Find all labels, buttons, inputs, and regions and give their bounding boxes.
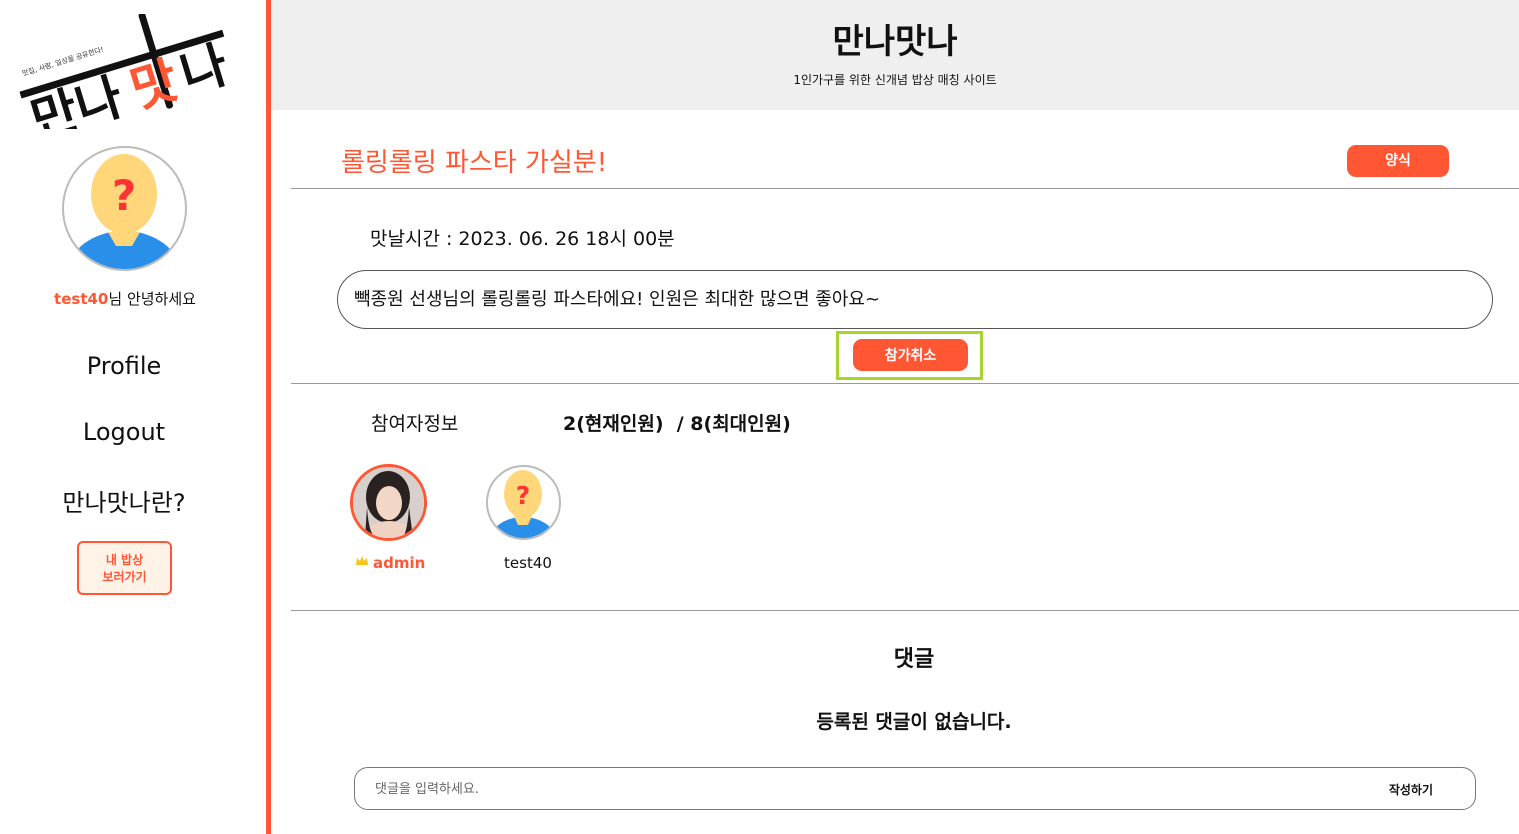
greeting: test40님 안녕하세요 [0, 288, 250, 309]
greeting-text: 님 안녕하세요 [108, 290, 196, 308]
comments-title: 댓글 [893, 647, 935, 672]
post-title: 롤링롤링 파스타 가실분! [341, 148, 608, 178]
comment-submit-button[interactable]: 작성하기 [1389, 781, 1433, 798]
svg-text:나: 나 [174, 35, 235, 104]
comment-input[interactable] [375, 778, 1275, 800]
page-header: 만나맛나 1인가구를 위한 신개념 밥상 매칭 사이트 [271, 0, 1519, 110]
my-meal-button-line2: 보러가기 [102, 570, 147, 584]
svg-text:?: ? [516, 481, 531, 510]
participant-name-admin-text: admin [373, 554, 426, 572]
participant-avatar-admin[interactable] [350, 464, 427, 541]
nav-profile[interactable]: Profile [0, 352, 248, 380]
my-meal-button[interactable]: 내 밥상 보러가기 [77, 541, 172, 595]
participant-name-test40: test40 [504, 554, 552, 572]
header-title: 만나맛나 [832, 22, 958, 62]
post-description: 빽종원 선생님의 롤링롤링 파스타에요! 인원은 최대한 많으면 좋아요~ [337, 270, 1493, 329]
comment-form: 작성하기 [354, 767, 1476, 810]
sidebar-divider [266, 0, 271, 834]
sidebar: 맛집, 사람, 일상을 공유한다! 만나 맛 나 ? test40님 안녕하세요… [0, 0, 266, 834]
divider [291, 383, 1519, 384]
my-meal-button-line1: 내 밥상 [105, 553, 144, 567]
divider [291, 188, 1519, 189]
participants-count: 2(현재인원) / 8(최대인원) [563, 413, 791, 435]
crown-icon [356, 556, 368, 565]
cancel-participation-button[interactable]: 참가취소 [853, 339, 968, 371]
profile-avatar[interactable]: ? [62, 146, 187, 271]
photo-avatar-icon [353, 467, 424, 538]
participants-label: 참여자정보 [371, 413, 459, 435]
svg-text:?: ? [112, 171, 136, 220]
header-subtitle: 1인가구를 위한 신개념 밥상 매칭 사이트 [793, 73, 997, 87]
participant-name-admin: admin [355, 554, 425, 572]
nav-logout[interactable]: Logout [0, 418, 248, 446]
category-badge: 양식 [1347, 145, 1449, 177]
divider [291, 610, 1519, 611]
greeting-username: test40 [54, 290, 109, 308]
no-comments-text: 등록된 댓글이 없습니다. [816, 711, 1012, 733]
logo-graphic: 맛집, 사람, 일상을 공유한다! 만나 맛 나 [19, 12, 235, 150]
default-avatar-icon: ? [68, 154, 180, 269]
participant-avatar-test40[interactable]: ? [486, 465, 561, 540]
svg-text:맛: 맛 [124, 51, 185, 120]
site-logo[interactable]: 맛집, 사람, 일상을 공유한다! 만나 맛 나 [14, 12, 236, 150]
meet-time: 맛날시간 : 2023. 06. 26 18시 00분 [370, 228, 675, 250]
default-avatar-icon: ? [490, 470, 556, 538]
nav-about[interactable]: 만나맛나란? [0, 483, 248, 518]
